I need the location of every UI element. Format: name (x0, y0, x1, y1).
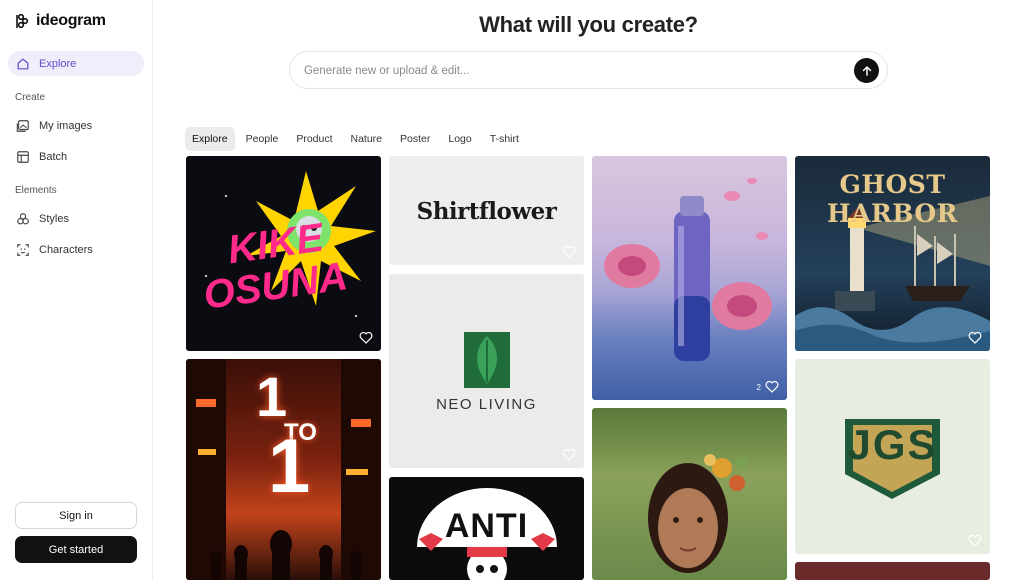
tab-t-shirt[interactable]: T-shirt (483, 127, 526, 151)
jgs-text: JGS (847, 421, 938, 468)
sign-in-button[interactable]: Sign in (15, 502, 137, 529)
sidebar-item-my-images[interactable]: My images (8, 113, 144, 138)
heart-icon[interactable] (765, 380, 779, 393)
styles-icon (17, 212, 29, 224)
gallery-card-shirtflower[interactable]: Shirtflower (389, 156, 584, 265)
logo[interactable]: ideogram (14, 12, 106, 30)
tab-people[interactable]: People (239, 127, 286, 151)
get-started-button[interactable]: Get started (15, 536, 137, 563)
ghost-harbor-text: GHOST HARBOR (827, 170, 958, 228)
sidebar-item-explore[interactable]: Explore (8, 51, 144, 76)
sidebar-item-styles[interactable]: Styles (8, 206, 144, 231)
submit-button[interactable] (854, 58, 879, 83)
heart-icon[interactable] (968, 534, 982, 547)
arrow-up-icon (862, 65, 871, 76)
tab-product[interactable]: Product (289, 127, 339, 151)
heart-icon[interactable] (359, 331, 373, 344)
face-scan-icon (17, 243, 29, 256)
prompt-bar (289, 51, 888, 89)
gallery-card-partial[interactable] (795, 562, 990, 580)
sidebar-item-batch[interactable]: Batch (8, 144, 144, 169)
sidebar-item-characters[interactable]: Characters (8, 237, 144, 262)
ideogram-logo-icon (16, 13, 29, 29)
gallery-card-kike-osuna[interactable]: KIKE OSUNA (186, 156, 381, 351)
section-label-elements: Elements (15, 185, 57, 196)
shirtflower-text: Shirtflower (416, 198, 557, 225)
sidebar: ideogram Explore Create My images Batch … (0, 0, 153, 580)
sidebar-item-label: Batch (39, 150, 68, 163)
sidebar-item-label: Explore (39, 57, 77, 70)
page-title: What will you create? (479, 12, 698, 37)
neo-living-text: NEO LIVING (436, 396, 537, 413)
images-icon (16, 119, 29, 132)
gallery-card-one-to-one[interactable]: 1 TO 1 (186, 359, 381, 580)
heart-icon[interactable] (562, 245, 576, 258)
gallery-card-bottle[interactable]: 2 (592, 156, 787, 400)
gallery-card-anti[interactable]: ANTI (389, 477, 584, 580)
sidebar-item-label: Styles (39, 212, 69, 225)
portrait-artwork (648, 454, 748, 573)
heart-icon[interactable] (562, 448, 576, 461)
like-count: 2 (756, 383, 761, 392)
gallery-card-portrait[interactable] (592, 408, 787, 580)
anti-text: ANTI (444, 507, 529, 545)
one-to-one-digit-top: 1 (256, 365, 288, 428)
section-label-create: Create (15, 92, 46, 103)
bottle-artwork (604, 178, 772, 361)
gallery-card-neo-living[interactable]: NEO LIVING (389, 274, 584, 468)
tab-poster[interactable]: Poster (393, 127, 437, 151)
sidebar-item-label: My images (39, 119, 93, 132)
logo-text: ideogram (36, 12, 106, 29)
sidebar-item-label: Characters (39, 243, 93, 256)
batch-icon (17, 150, 29, 163)
gallery-card-jgs[interactable]: JGS (795, 359, 990, 554)
neo-living-leaf-logo (464, 332, 510, 388)
tab-nature[interactable]: Nature (344, 127, 390, 151)
home-icon (17, 58, 29, 69)
prompt-input[interactable] (304, 61, 844, 81)
one-to-one-digit-bottom: 1 (268, 424, 311, 509)
category-tabs: Explore People Product Nature Poster Log… (185, 127, 526, 151)
tab-explore[interactable]: Explore (185, 127, 235, 151)
gallery-card-ghost-harbor[interactable]: GHOST HARBOR (795, 156, 990, 351)
heart-icon[interactable] (968, 331, 982, 344)
tab-logo[interactable]: Logo (441, 127, 478, 151)
